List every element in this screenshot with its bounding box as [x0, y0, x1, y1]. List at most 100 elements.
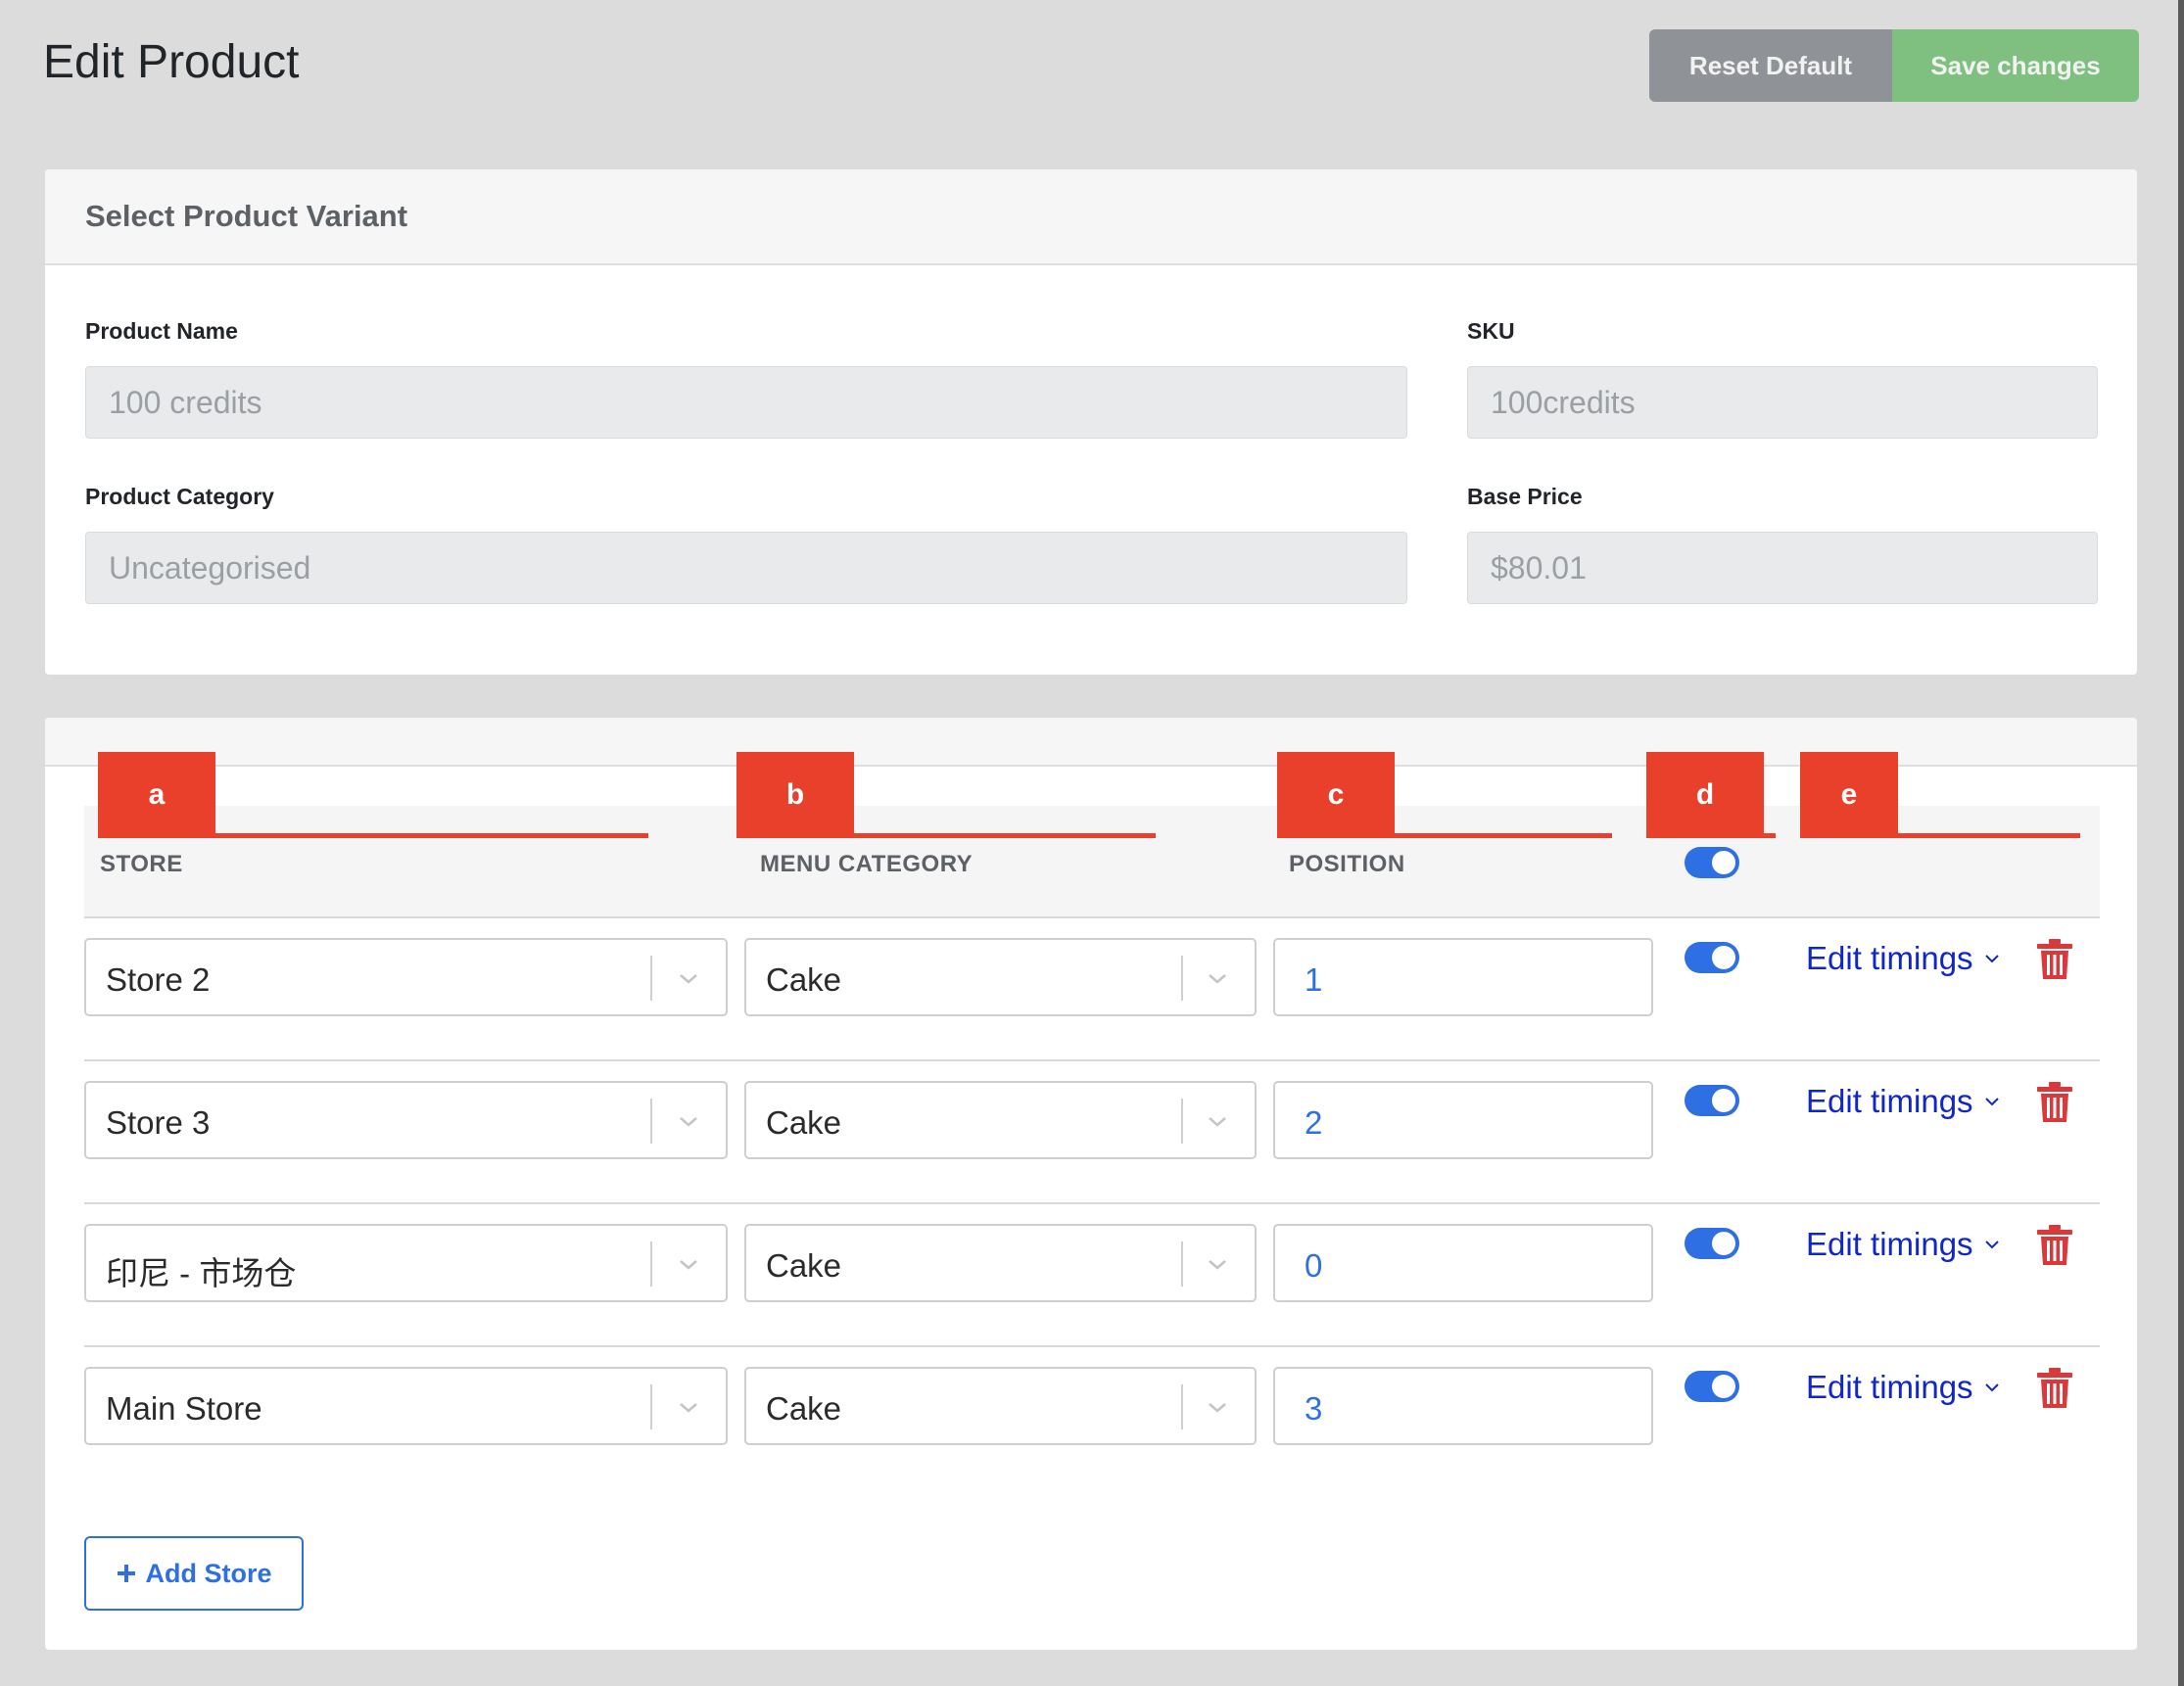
table-row: Store 2 Cake 1 Edit timings: [84, 916, 2100, 1059]
position-value: 1: [1305, 961, 1323, 998]
chevron-down-icon: [1209, 974, 1226, 984]
chevron-down-icon: [1984, 955, 1999, 963]
store-select-value: Store 3: [106, 1104, 211, 1141]
column-header-position: POSITION: [1289, 851, 1405, 877]
store-select[interactable]: 印尼 - 市场仓: [84, 1224, 728, 1302]
add-store-label: Add Store: [145, 1558, 272, 1588]
header-actions: Reset Default Save changes: [1649, 29, 2139, 102]
store-select[interactable]: Store 2: [84, 938, 728, 1016]
toggle-all-switch[interactable]: [1685, 847, 1739, 878]
table-row: 印尼 - 市场仓 Cake 0 Edit timings: [84, 1202, 2100, 1345]
trash-icon[interactable]: [2035, 1367, 2074, 1410]
window-edge: [2178, 0, 2184, 1686]
chevron-down-icon: [680, 974, 697, 984]
stores-card: STORE MENU CATEGORY POSITION a b c d e S…: [45, 718, 2137, 1650]
edit-timings-link[interactable]: Edit timings: [1806, 940, 2001, 977]
store-select[interactable]: Store 3: [84, 1081, 728, 1159]
trash-icon[interactable]: [2035, 1081, 2074, 1124]
product-name-field[interactable]: [85, 366, 1407, 439]
menu-category-select[interactable]: Cake: [744, 1224, 1257, 1302]
menu-category-select[interactable]: Cake: [744, 1081, 1257, 1159]
edit-timings-link[interactable]: Edit timings: [1806, 1226, 2001, 1263]
product-category-field[interactable]: [85, 532, 1407, 604]
annotation-underline-a: [98, 833, 648, 838]
position-value: 3: [1305, 1390, 1323, 1427]
table-row: Store 3 Cake 2 Edit timings: [84, 1059, 2100, 1202]
annotation-marker-c: c: [1277, 752, 1395, 838]
base-price-field[interactable]: [1467, 532, 2098, 604]
annotation-underline-e: [1800, 833, 2080, 838]
variant-card: Select Product Variant Product Name SKU …: [45, 169, 2137, 675]
position-input[interactable]: 3: [1273, 1367, 1653, 1445]
edit-timings-link[interactable]: Edit timings: [1806, 1083, 2001, 1120]
edit-timings-label: Edit timings: [1806, 1226, 1973, 1262]
chevron-down-icon: [1984, 1241, 1999, 1249]
select-divider: [650, 1384, 652, 1429]
trash-icon[interactable]: [2035, 938, 2074, 981]
menu-category-select[interactable]: Cake: [744, 1367, 1257, 1445]
store-enabled-switch[interactable]: [1685, 1085, 1739, 1116]
chevron-down-icon: [1209, 1260, 1226, 1270]
annotation-marker-d: d: [1646, 752, 1764, 838]
annotation-underline-c: [1277, 833, 1612, 838]
chevron-down-icon: [680, 1260, 697, 1270]
annotation-underline-d: [1646, 833, 1776, 838]
sku-field[interactable]: [1467, 366, 2098, 439]
position-input[interactable]: 2: [1273, 1081, 1653, 1159]
edit-timings-label: Edit timings: [1806, 1083, 1973, 1119]
position-input[interactable]: 1: [1273, 938, 1653, 1016]
chevron-down-icon: [1984, 1098, 1999, 1106]
annotation-marker-b: b: [736, 752, 854, 838]
plus-icon: [118, 1565, 136, 1582]
menu-category-select-value: Cake: [766, 1247, 842, 1284]
page-header: Edit Product Reset Default Save changes: [0, 0, 2178, 133]
store-enabled-switch[interactable]: [1685, 1228, 1739, 1259]
store-select-value: Main Store: [106, 1390, 262, 1427]
product-name-label: Product Name: [85, 318, 238, 344]
annotation-marker-a: a: [98, 752, 215, 838]
store-enabled-switch[interactable]: [1685, 1371, 1739, 1402]
select-divider: [1181, 1384, 1183, 1429]
variant-card-title: Select Product Variant: [85, 199, 408, 233]
chevron-down-icon: [1209, 1117, 1226, 1127]
page-title: Edit Product: [43, 36, 300, 88]
chevron-down-icon: [1984, 1383, 1999, 1392]
column-header-menu-category: MENU CATEGORY: [760, 851, 973, 877]
base-price-label: Base Price: [1467, 484, 1583, 509]
annotation-marker-e: e: [1800, 752, 1898, 838]
store-enabled-switch[interactable]: [1685, 942, 1739, 973]
select-divider: [650, 956, 652, 1001]
select-divider: [1181, 956, 1183, 1001]
edit-timings-label: Edit timings: [1806, 940, 1973, 976]
store-select[interactable]: Main Store: [84, 1367, 728, 1445]
select-divider: [650, 1241, 652, 1287]
select-divider: [1181, 1241, 1183, 1287]
variant-card-header: Select Product Variant: [45, 169, 2137, 265]
table-header: STORE MENU CATEGORY POSITION: [84, 806, 2100, 918]
select-divider: [1181, 1099, 1183, 1144]
edit-timings-label: Edit timings: [1806, 1369, 1973, 1405]
menu-category-select-value: Cake: [766, 961, 842, 998]
chevron-down-icon: [680, 1403, 697, 1413]
sku-label: SKU: [1467, 318, 1515, 344]
menu-category-select[interactable]: Cake: [744, 938, 1257, 1016]
chevron-down-icon: [680, 1117, 697, 1127]
column-header-store: STORE: [100, 851, 183, 877]
select-divider: [650, 1099, 652, 1144]
position-value: 2: [1305, 1104, 1323, 1141]
chevron-down-icon: [1209, 1403, 1226, 1413]
menu-category-select-value: Cake: [766, 1104, 842, 1141]
store-select-value: Store 2: [106, 961, 211, 998]
product-category-label: Product Category: [85, 484, 274, 509]
position-value: 0: [1305, 1247, 1323, 1284]
trash-icon[interactable]: [2035, 1224, 2074, 1267]
table-row: Main Store Cake 3 Edit timings: [84, 1345, 2100, 1488]
save-changes-button[interactable]: Save changes: [1892, 29, 2139, 102]
edit-timings-link[interactable]: Edit timings: [1806, 1369, 2001, 1406]
menu-category-select-value: Cake: [766, 1390, 842, 1427]
annotation-underline-b: [736, 833, 1156, 838]
reset-default-button[interactable]: Reset Default: [1649, 29, 1892, 102]
add-store-button[interactable]: Add Store: [84, 1536, 304, 1611]
store-select-value: 印尼 - 市场仓: [106, 1255, 297, 1291]
position-input[interactable]: 0: [1273, 1224, 1653, 1302]
